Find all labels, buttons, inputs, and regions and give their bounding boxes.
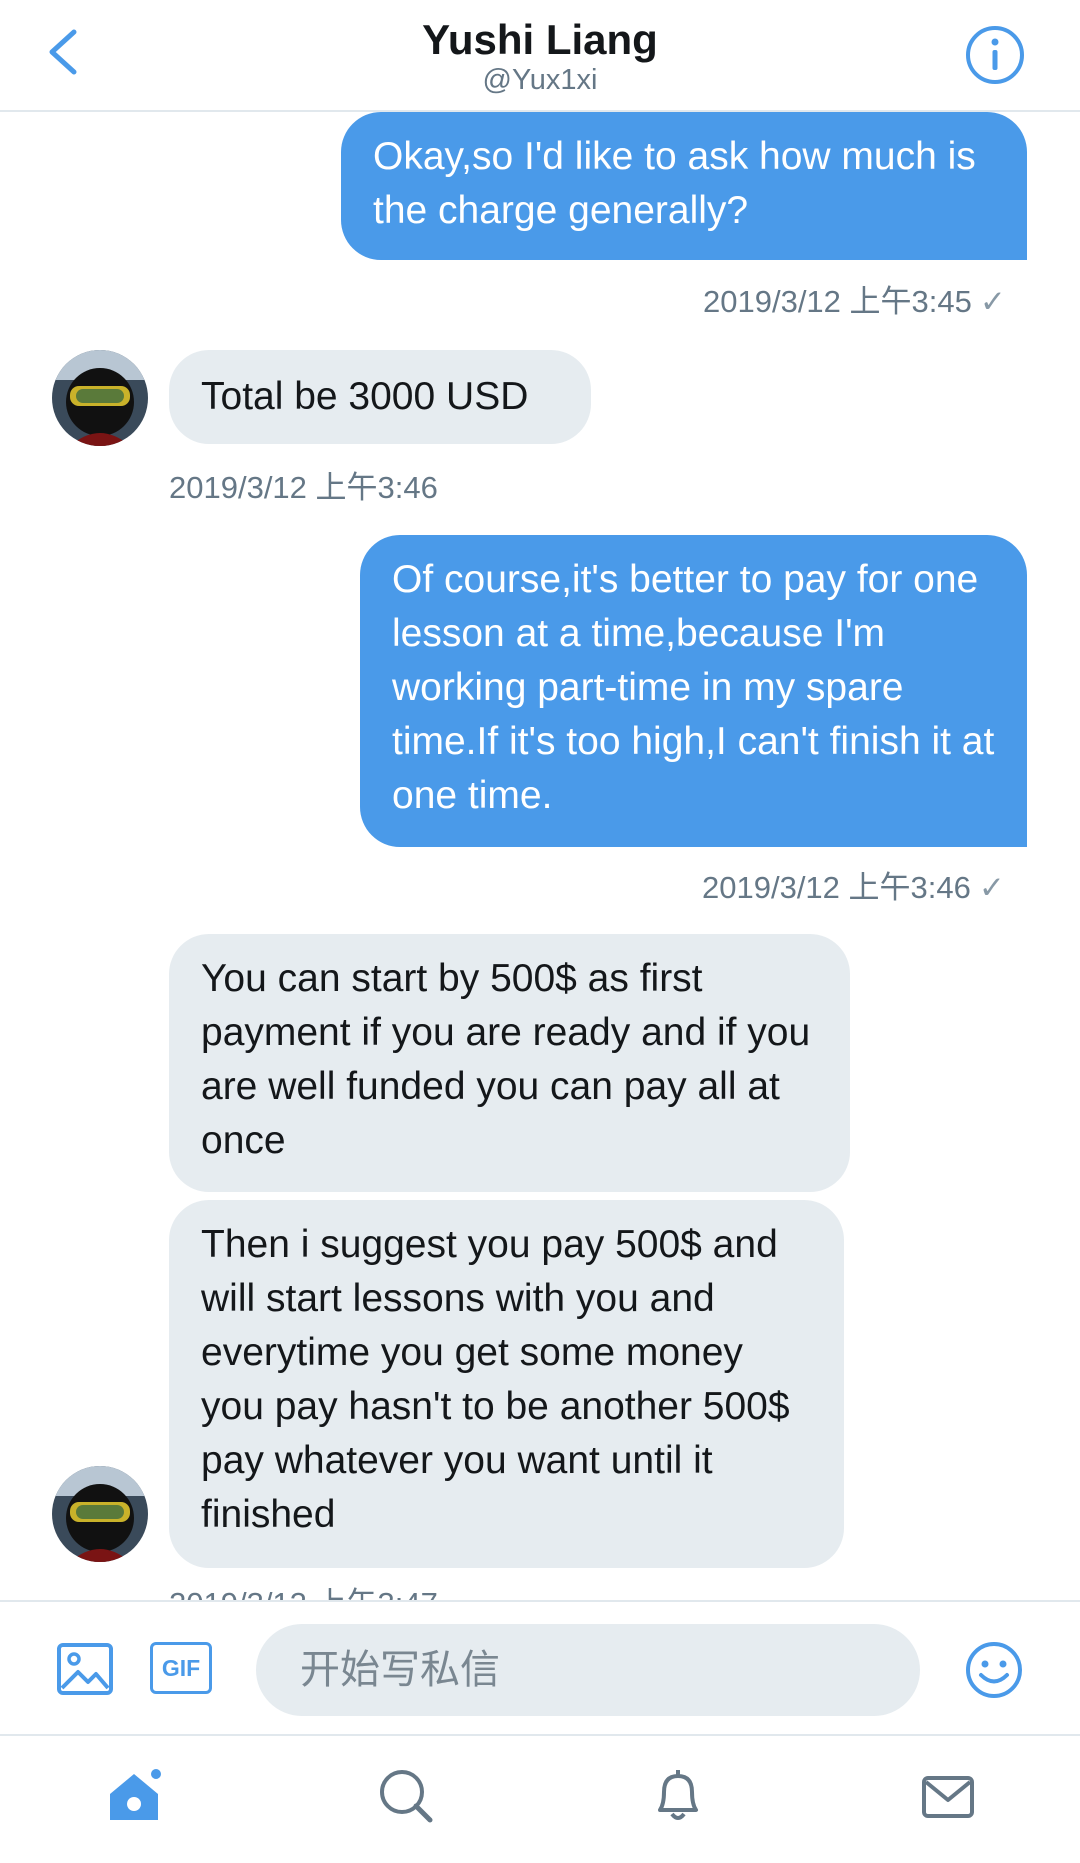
message-timestamp: 2019/3/12 上午3:46 ✓ [702,862,1005,907]
image-icon[interactable] [56,1642,114,1696]
read-check-icon: ✓ [979,284,1006,319]
read-check-icon: ✓ [978,870,1005,905]
message-bubble-incoming[interactable]: Then i suggest you pay 500$ and will sta… [169,1200,844,1568]
message-bubble-outgoing[interactable]: Okay,so I'd like to ask how much is the … [341,112,1027,260]
avatar-image [52,1466,148,1562]
message-list[interactable]: Okay,so I'd like to ask how much is the … [0,112,1080,1600]
search-icon[interactable] [376,1766,436,1826]
message-input[interactable] [256,1624,920,1716]
info-icon[interactable] [964,24,1026,86]
message-timestamp: 2019/3/12 上午3:46 [169,470,438,505]
notifications-icon[interactable] [648,1766,708,1826]
gif-icon[interactable]: GIF [150,1642,212,1694]
conversation-handle: @Yux1xi [482,64,598,96]
avatar[interactable] [52,350,148,446]
message-bubble-outgoing[interactable]: Of course,it's better to pay for one les… [360,535,1027,847]
emoji-icon[interactable] [964,1640,1024,1700]
messages-icon[interactable] [918,1766,978,1826]
bottom-nav [0,1734,1080,1863]
message-composer: GIF [0,1600,1080,1734]
timestamp-text: 2019/3/12 上午3:45 [703,284,972,319]
home-icon[interactable] [104,1766,164,1826]
conversation-header: Yushi Liang @Yux1xi [0,0,1080,112]
message-bubble-incoming[interactable]: Total be 3000 USD [169,350,591,444]
message-timestamp: 2019/3/12 上午3:45 ✓ [703,276,1006,321]
avatar[interactable] [52,1466,148,1562]
timestamp-text: 2019/3/12 上午3:46 [702,870,971,905]
conversation-title: Yushi Liang [422,16,658,63]
avatar-image [52,350,148,446]
message-timestamp: 2019/3/12 上午3:47 [169,1578,438,1600]
message-bubble-incoming[interactable]: You can start by 500$ as first payment i… [169,934,850,1192]
